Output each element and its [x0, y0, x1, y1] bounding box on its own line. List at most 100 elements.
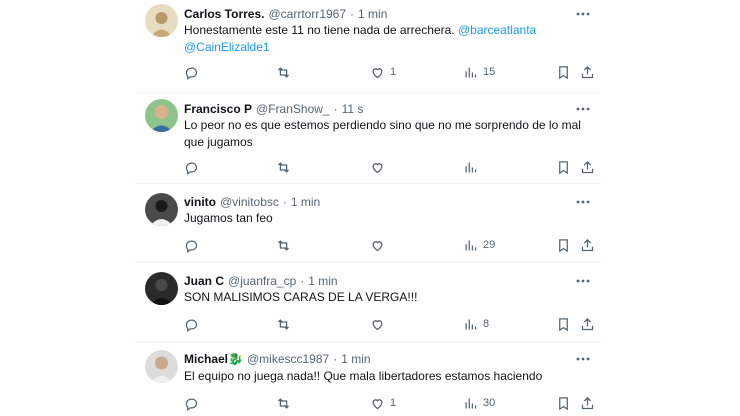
mention-link[interactable]: @CainElizalde1 — [184, 40, 270, 54]
share-button[interactable] — [580, 236, 595, 254]
avatar[interactable] — [145, 193, 178, 226]
timestamp[interactable]: 1 min — [308, 273, 337, 289]
like-icon — [370, 238, 385, 253]
avatar[interactable] — [145, 272, 178, 305]
views-button[interactable]: 15 — [463, 63, 495, 81]
like-count: 1 — [390, 397, 397, 409]
views-icon — [463, 160, 478, 175]
view-count: 29 — [483, 239, 496, 251]
tweet-actions: 1 15 — [184, 63, 599, 81]
tweet-text: Lo peor no es que estemos perdiendo sino… — [184, 118, 581, 149]
views-icon — [463, 238, 478, 253]
more-icon[interactable] — [574, 351, 592, 367]
bookmark-button[interactable] — [556, 236, 571, 254]
reply-button[interactable] — [184, 63, 199, 81]
tweet-actions: 29 — [184, 236, 599, 254]
user-handle[interactable]: @vinitobsc — [220, 194, 279, 210]
more-icon[interactable] — [574, 6, 592, 22]
retweet-icon — [276, 238, 291, 253]
reply-button[interactable] — [184, 158, 199, 176]
display-name[interactable]: Carlos Torres. — [184, 6, 264, 22]
bookmark-icon — [556, 317, 571, 332]
separator-dot: · — [350, 7, 355, 21]
views-button[interactable]: 8 — [463, 315, 489, 333]
reply-icon — [184, 238, 199, 253]
reply-icon — [184, 160, 199, 175]
tweet-actions: 8 — [184, 315, 599, 333]
views-icon — [463, 65, 478, 80]
share-icon — [580, 396, 595, 411]
tweet-text: Jugamos tan feo — [184, 211, 273, 225]
bookmark-button[interactable] — [556, 63, 571, 81]
tweet-actions: 1 30 — [184, 394, 599, 412]
retweet-button[interactable] — [276, 63, 291, 81]
mention-link[interactable]: @barceatlanta — [458, 23, 536, 37]
timestamp[interactable]: 1 min — [341, 351, 370, 367]
more-icon[interactable] — [574, 101, 592, 117]
share-button[interactable] — [580, 158, 595, 176]
timestamp[interactable]: 1 min — [291, 194, 320, 210]
bookmark-icon — [556, 238, 571, 253]
tweet[interactable]: vinito @vinitobsc · 1 min Jugamos tan fe… — [134, 184, 602, 262]
avatar[interactable] — [145, 350, 178, 383]
like-button[interactable]: 1 — [370, 63, 396, 81]
reply-button[interactable] — [184, 315, 199, 333]
retweet-icon — [276, 65, 291, 80]
share-button[interactable] — [580, 394, 595, 412]
retweet-icon — [276, 317, 291, 332]
more-icon[interactable] — [574, 194, 592, 210]
share-button[interactable] — [580, 315, 595, 333]
views-icon — [463, 396, 478, 411]
like-icon — [370, 65, 385, 80]
share-icon — [580, 317, 595, 332]
reply-icon — [184, 396, 199, 411]
like-button[interactable]: 1 — [370, 394, 396, 412]
tweet-text: El equipo no juega nada!! Que mala liber… — [184, 369, 543, 383]
tweet-actions — [184, 158, 599, 176]
user-handle[interactable]: @juanfra_cp — [228, 273, 296, 289]
timestamp[interactable]: 11 s — [342, 101, 364, 117]
display-name[interactable]: Juan C — [184, 273, 224, 289]
more-icon[interactable] — [574, 273, 592, 289]
retweet-button[interactable] — [276, 315, 291, 333]
bookmark-icon — [556, 396, 571, 411]
like-icon — [370, 317, 385, 332]
bookmark-button[interactable] — [556, 394, 571, 412]
display-name[interactable]: Francisco P — [184, 101, 252, 117]
like-button[interactable] — [370, 158, 390, 176]
tweet[interactable]: Carlos Torres. @carrtorr1967 · 1 min Hon… — [134, 0, 602, 94]
tweet[interactable]: Juan C @juanfra_cp · 1 min SON MALISIMOS… — [134, 263, 602, 343]
view-count: 30 — [483, 397, 496, 409]
user-handle[interactable]: @mikescc1987 — [247, 351, 329, 367]
tweet[interactable]: Michael🐉 @mikescc1987 · 1 min El equipo … — [134, 343, 602, 416]
view-count: 15 — [483, 66, 496, 78]
bookmark-button[interactable] — [556, 158, 571, 176]
avatar[interactable] — [145, 4, 178, 37]
display-name[interactable]: vinito — [184, 194, 216, 210]
retweet-button[interactable] — [276, 236, 291, 254]
reply-button[interactable] — [184, 236, 199, 254]
user-handle[interactable]: @FranShow_ — [256, 101, 330, 117]
like-button[interactable] — [370, 236, 390, 254]
views-button[interactable]: 29 — [463, 236, 495, 254]
tweet[interactable]: Francisco P @FranShow_ · 11 s Lo peor no… — [134, 93, 602, 183]
views-icon — [463, 317, 478, 332]
reply-icon — [184, 65, 199, 80]
reply-icon — [184, 317, 199, 332]
retweet-icon — [276, 396, 291, 411]
bookmark-button[interactable] — [556, 315, 571, 333]
avatar[interactable] — [145, 99, 178, 132]
share-button[interactable] — [580, 63, 595, 81]
views-button[interactable]: 30 — [463, 394, 495, 412]
like-button[interactable] — [370, 315, 390, 333]
user-handle[interactable]: @carrtorr1967 — [268, 6, 346, 22]
views-button[interactable] — [463, 158, 483, 176]
tweet-text: Honestamente este 11 no tiene nada de ar… — [184, 22, 589, 56]
share-icon — [580, 238, 595, 253]
reply-button[interactable] — [184, 394, 199, 412]
retweet-button[interactable] — [276, 158, 291, 176]
retweet-button[interactable] — [276, 394, 291, 412]
timestamp[interactable]: 1 min — [358, 6, 387, 22]
tweet-feed: Carlos Torres. @carrtorr1967 · 1 min Hon… — [134, 0, 602, 416]
display-name[interactable]: Michael🐉 — [184, 351, 243, 367]
